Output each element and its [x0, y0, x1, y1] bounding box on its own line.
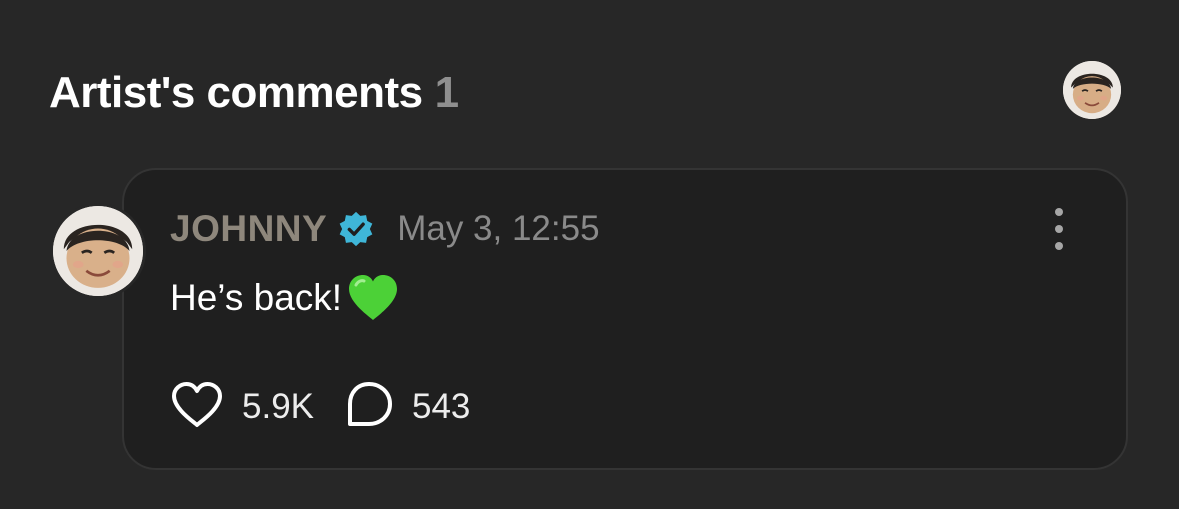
author-name[interactable]: JOHNNY — [170, 208, 327, 250]
more-vertical-icon — [1055, 208, 1063, 216]
comment-body: He’s back! — [170, 270, 400, 326]
reply-count: 543 — [412, 387, 471, 426]
comment-actions: 5.9K 543 — [170, 380, 470, 435]
comment-timestamp: May 3, 12:55 — [397, 209, 600, 248]
verified-check-icon — [337, 210, 375, 248]
section-header: Artist's comments 1 — [49, 66, 459, 120]
heart-outline-icon — [170, 381, 224, 434]
avatar-face-icon — [53, 206, 143, 296]
comment-count: 1 — [434, 68, 459, 117]
speech-bubble-icon — [344, 380, 394, 435]
comment-header: JOHNNY May 3, 12:55 — [170, 207, 600, 251]
green-heart-emoji — [346, 273, 400, 323]
more-dot — [1055, 225, 1063, 233]
like-button[interactable]: 5.9K — [170, 381, 314, 434]
profile-avatar[interactable] — [1063, 61, 1121, 119]
comment-text: He’s back! — [170, 277, 343, 318]
avatar-face-icon — [1063, 61, 1121, 119]
more-dot — [1055, 242, 1063, 250]
more-options-button[interactable] — [1042, 208, 1076, 250]
section-title: Artist's comments — [49, 68, 423, 117]
like-count: 5.9K — [242, 387, 314, 426]
reply-button[interactable]: 543 — [344, 380, 470, 435]
comment-author-avatar[interactable] — [50, 203, 146, 299]
